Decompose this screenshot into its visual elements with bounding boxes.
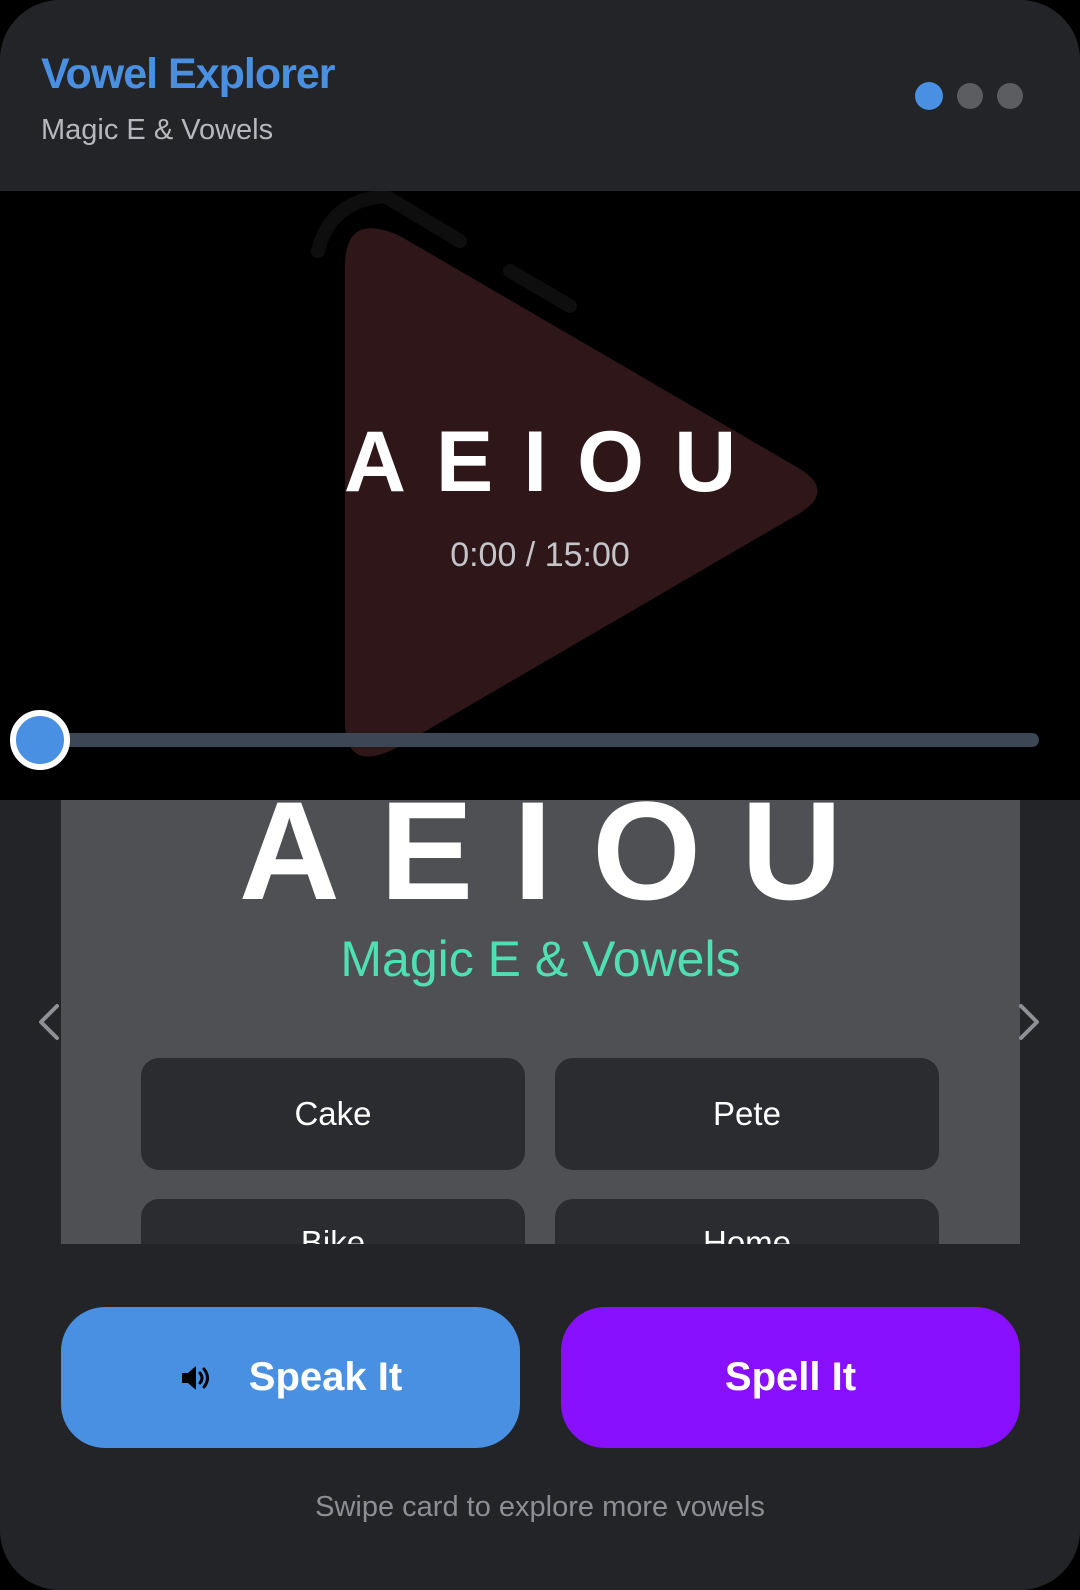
word-label: Pete xyxy=(713,1095,781,1132)
chevron-right-icon[interactable] xyxy=(1010,998,1050,1046)
pagination-dot-2[interactable] xyxy=(957,83,983,109)
bottom-actions: Speak It Spell It Swipe card to explore … xyxy=(0,1244,1080,1590)
chevron-left-icon[interactable] xyxy=(28,998,68,1046)
word-button-cake[interactable]: Cake xyxy=(141,1058,525,1170)
pagination-dot-1[interactable] xyxy=(915,82,943,110)
card-subtitle: Magic E & Vowels xyxy=(340,931,741,987)
word-label: Cake xyxy=(294,1095,372,1132)
pagination-dot-3[interactable] xyxy=(997,83,1023,109)
speaker-icon xyxy=(181,1365,209,1390)
app-title: Vowel Explorer xyxy=(41,50,335,98)
seek-bar[interactable] xyxy=(40,733,1039,747)
word-button-pete[interactable]: Pete xyxy=(555,1058,939,1170)
video-player[interactable]: AEIOU 0:00 / 15:00 xyxy=(0,191,1080,800)
vowel-card[interactable]: AEIOU Magic E & Vowels Cake Pete Bike Ho… xyxy=(61,740,1020,1311)
vowel-explorer-app: AEIOU Magic E & Vowels Cake Pete Bike Ho… xyxy=(0,0,1080,1590)
header: Vowel Explorer Magic E & Vowels xyxy=(0,0,1080,191)
pagination-dots xyxy=(915,82,1023,110)
spell-it-button[interactable]: Spell It xyxy=(561,1307,1020,1448)
video-time-display: 0:00 / 15:00 xyxy=(450,536,630,574)
spell-it-label: Spell It xyxy=(724,1355,857,1399)
app-subtitle: Magic E & Vowels xyxy=(41,114,274,146)
speak-it-button[interactable]: Speak It xyxy=(61,1307,520,1448)
seek-handle[interactable] xyxy=(10,710,70,770)
video-overlay-letters: AEIOU xyxy=(343,414,767,510)
speak-it-label: Speak It xyxy=(248,1355,403,1399)
swipe-hint: Swipe card to explore more vowels xyxy=(315,1491,765,1523)
